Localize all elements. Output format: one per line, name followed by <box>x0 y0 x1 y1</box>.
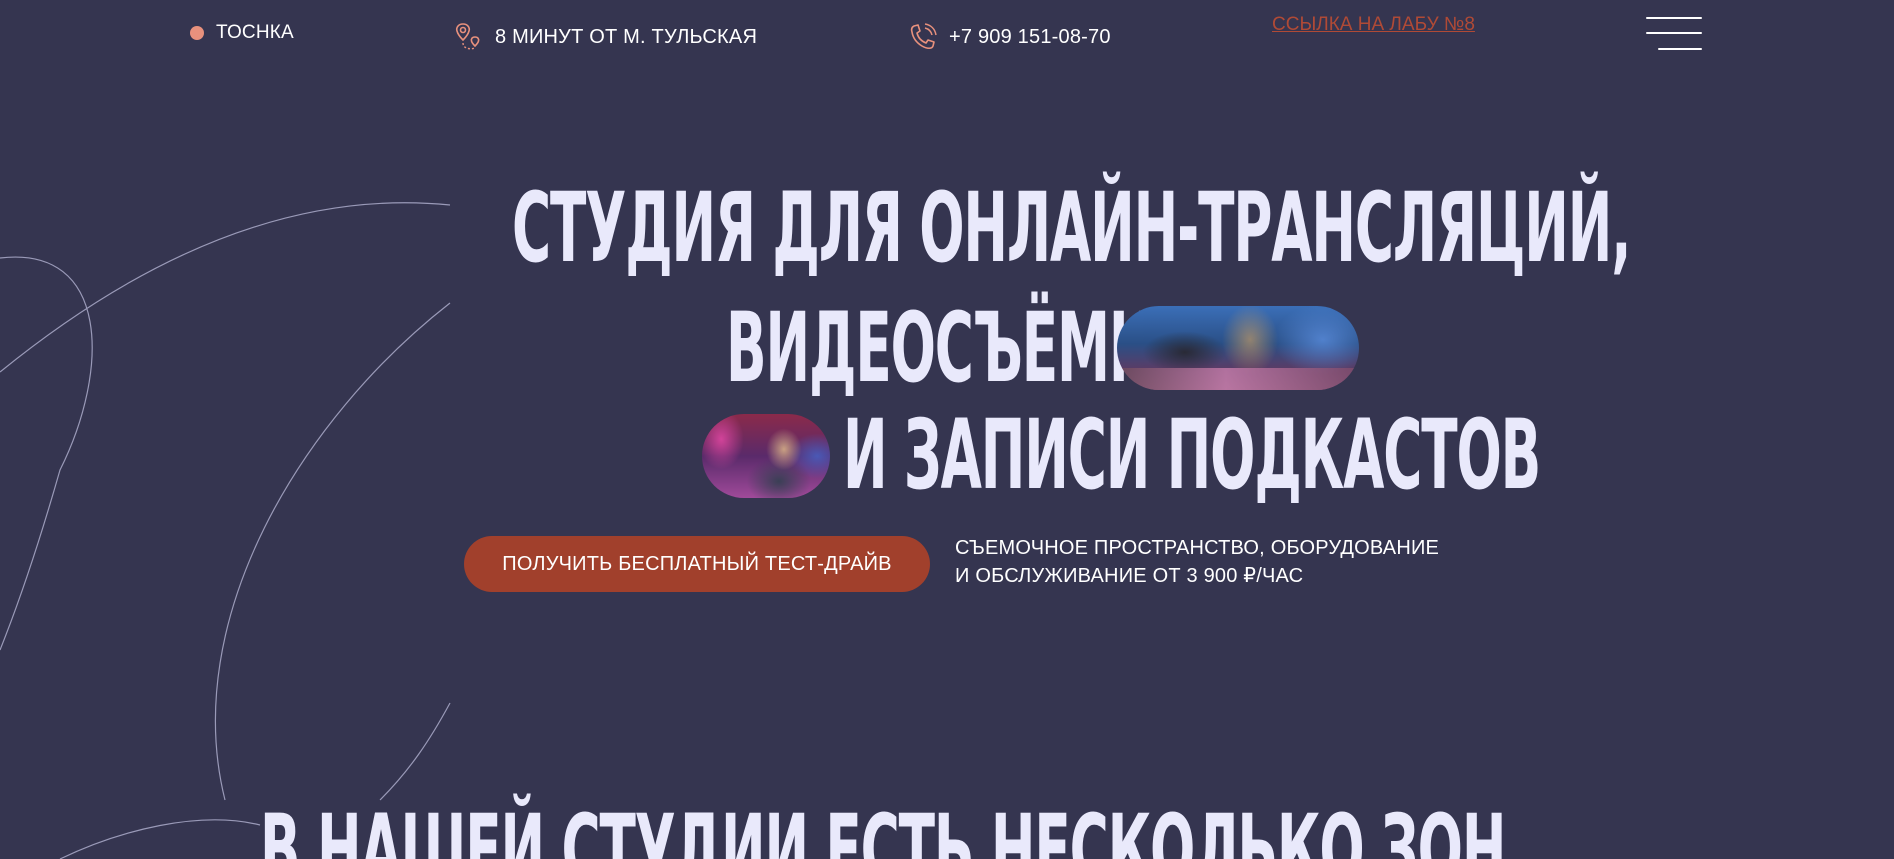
hero-description-line-2: И ОБСЛУЖИВАНИЕ ОТ 3 900 ₽/ЧАС <box>955 565 1304 587</box>
page: ТОСНКА 8 МИНУТ ОТ М. ТУЛЬСКАЯ +7 909 151… <box>0 0 1894 859</box>
hero-description: СЪЕМОЧНОЕ ПРОСТРАНСТВО, ОБОРУДОВАНИЕ И О… <box>955 534 1439 590</box>
studio-photo <box>1117 306 1359 390</box>
hero-title-line-1: СТУДИЯ ДЛЯ ОНЛАЙН-ТРАНСЛЯЦИЙ, <box>512 172 1631 284</box>
hero-title-line-3: И ЗАПИСИ ПОДКАСТОВ <box>843 399 1541 511</box>
podcast-photo <box>702 414 830 498</box>
hero-title: СТУДИЯ ДЛЯ ОНЛАЙН-ТРАНСЛЯЦИЙ, ВИДЕОСЪЁМК… <box>0 0 1894 520</box>
hero-description-line-1: СЪЕМОЧНОЕ ПРОСТРАНСТВО, ОБОРУДОВАНИЕ <box>955 537 1440 559</box>
zones-section-title: В НАШЕЙ СТУДИИ ЕСТЬ НЕСКОЛЬКО ЗОН <box>260 794 1506 859</box>
free-test-drive-button[interactable]: ПОЛУЧИТЬ БЕСПЛАТНЫЙ ТЕСТ-ДРАЙВ <box>464 536 930 592</box>
